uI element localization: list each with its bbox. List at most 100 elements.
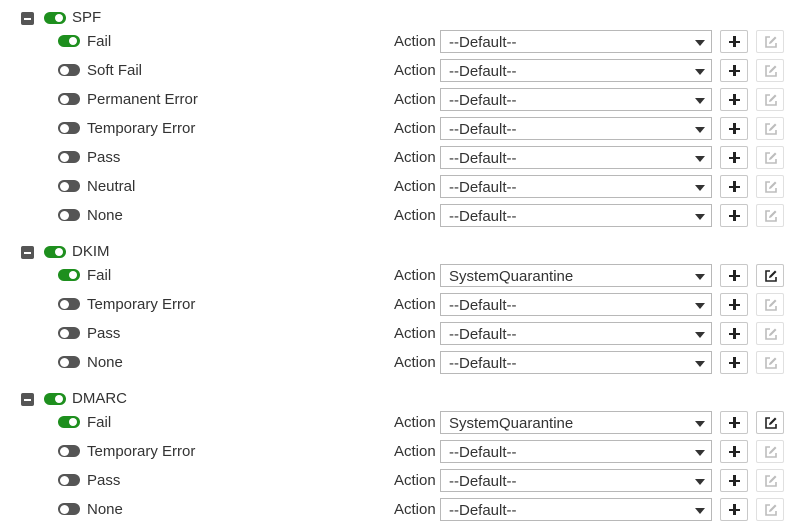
rule-toggle[interactable] <box>58 269 80 281</box>
action-select[interactable]: --Default-- <box>440 351 712 374</box>
edit-button <box>756 322 784 345</box>
add-button[interactable] <box>720 498 748 521</box>
action-label: Action <box>394 472 436 489</box>
edit-icon <box>765 181 777 193</box>
action-select[interactable]: --Default-- <box>440 498 712 521</box>
toggle-knob <box>69 37 77 45</box>
add-button[interactable] <box>720 175 748 198</box>
action-select[interactable]: --Default-- <box>440 440 712 463</box>
action-select[interactable]: --Default-- <box>440 59 712 82</box>
add-button[interactable] <box>720 469 748 492</box>
action-select[interactable]: --Default-- <box>440 293 712 316</box>
rule-row: Temporary Error Action --Default-- <box>0 439 812 467</box>
rule-toggle[interactable] <box>58 35 80 47</box>
add-button[interactable] <box>720 440 748 463</box>
rule-toggle[interactable] <box>58 445 80 457</box>
plus-icon <box>721 352 747 373</box>
action-label: Action <box>394 501 436 518</box>
collapse-icon[interactable] <box>21 393 34 406</box>
rule-label: Fail <box>87 414 112 431</box>
rule-toggle[interactable] <box>58 298 80 310</box>
action-select[interactable]: SystemQuarantine <box>440 411 712 434</box>
rule-label: Pass <box>87 149 121 166</box>
action-select-value: --Default-- <box>449 355 517 372</box>
edit-button[interactable] <box>756 411 784 434</box>
add-button[interactable] <box>720 117 748 140</box>
rule-label: Temporary Error <box>87 443 196 460</box>
plus-icon <box>721 412 747 433</box>
chevron-down-icon <box>695 361 705 367</box>
action-select[interactable]: --Default-- <box>440 88 712 111</box>
add-button[interactable] <box>720 322 748 345</box>
add-button[interactable] <box>720 204 748 227</box>
action-select-value: --Default-- <box>449 179 517 196</box>
rule-toggle[interactable] <box>58 356 80 368</box>
rule-toggle[interactable] <box>58 93 80 105</box>
edit-icon <box>765 357 777 369</box>
action-select-value: --Default-- <box>449 121 517 138</box>
edit-button[interactable] <box>756 264 784 287</box>
toggle-knob <box>55 395 63 403</box>
action-select[interactable]: --Default-- <box>440 146 712 169</box>
rule-label: Fail <box>87 33 112 50</box>
action-select-value: --Default-- <box>449 208 517 225</box>
add-button[interactable] <box>720 411 748 434</box>
plus-icon <box>721 176 747 197</box>
rule-label: Temporary Error <box>87 120 196 137</box>
group-toggle[interactable] <box>44 246 66 258</box>
action-select[interactable]: --Default-- <box>440 175 712 198</box>
edit-icon <box>765 270 777 282</box>
rule-row: Temporary Error Action --Default-- <box>0 292 812 320</box>
chevron-down-icon <box>695 274 705 280</box>
toggle-knob <box>60 210 69 220</box>
add-button[interactable] <box>720 293 748 316</box>
action-select[interactable]: --Default-- <box>440 204 712 227</box>
rule-label: Permanent Error <box>87 91 198 108</box>
add-button[interactable] <box>720 30 748 53</box>
rule-toggle[interactable] <box>58 503 80 515</box>
action-select-value: SystemQuarantine <box>449 415 574 432</box>
toggle-knob <box>60 357 69 367</box>
plus-icon <box>721 470 747 491</box>
chevron-down-icon <box>695 332 705 338</box>
plus-icon <box>721 441 747 462</box>
add-button[interactable] <box>720 88 748 111</box>
add-button[interactable] <box>720 351 748 374</box>
rule-toggle[interactable] <box>58 151 80 163</box>
rule-toggle[interactable] <box>58 474 80 486</box>
toggle-knob <box>60 123 69 133</box>
rule-toggle[interactable] <box>58 327 80 339</box>
add-button[interactable] <box>720 264 748 287</box>
action-label: Action <box>394 354 436 371</box>
group-toggle[interactable] <box>44 393 66 405</box>
group-toggle[interactable] <box>44 12 66 24</box>
collapse-icon[interactable] <box>21 246 34 259</box>
action-select[interactable]: SystemQuarantine <box>440 264 712 287</box>
rule-toggle[interactable] <box>58 209 80 221</box>
action-select[interactable]: --Default-- <box>440 469 712 492</box>
chevron-down-icon <box>695 40 705 46</box>
edit-icon <box>765 504 777 516</box>
group-label: DMARC <box>72 390 127 407</box>
edit-icon <box>765 446 777 458</box>
edit-icon <box>765 475 777 487</box>
edit-button <box>756 146 784 169</box>
rule-toggle[interactable] <box>58 416 80 428</box>
edit-icon <box>765 36 777 48</box>
rule-toggle[interactable] <box>58 122 80 134</box>
rule-label: Pass <box>87 472 121 489</box>
rule-toggle[interactable] <box>58 180 80 192</box>
add-button[interactable] <box>720 146 748 169</box>
rule-label: None <box>87 354 123 371</box>
edit-button <box>756 204 784 227</box>
plus-icon <box>721 499 747 520</box>
action-label: Action <box>394 91 436 108</box>
add-button[interactable] <box>720 59 748 82</box>
action-select[interactable]: --Default-- <box>440 322 712 345</box>
plus-icon <box>721 205 747 226</box>
group-label: SPF <box>72 9 102 26</box>
rule-toggle[interactable] <box>58 64 80 76</box>
action-select[interactable]: --Default-- <box>440 30 712 53</box>
collapse-icon[interactable] <box>21 12 34 25</box>
action-select[interactable]: --Default-- <box>440 117 712 140</box>
